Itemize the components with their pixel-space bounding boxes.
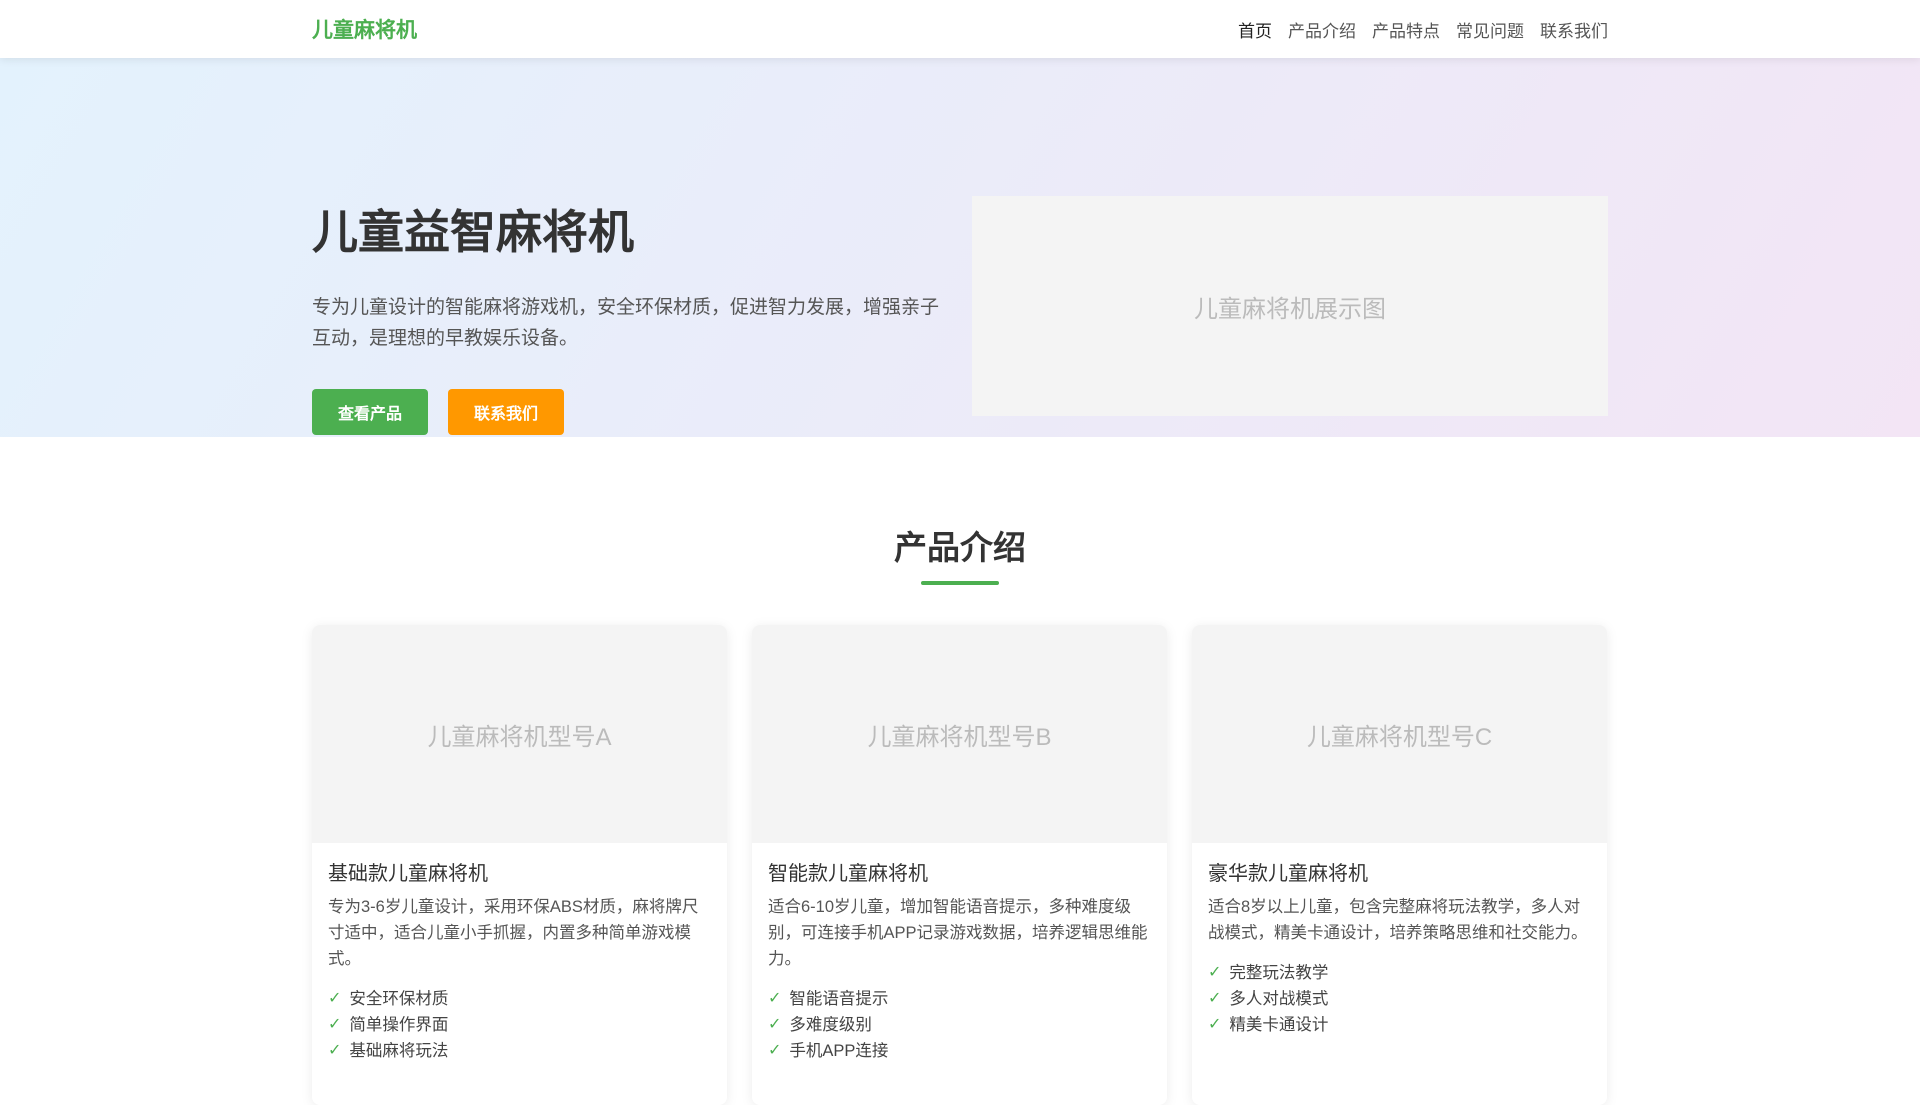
check-icon: ✓ <box>768 990 782 1007</box>
feature-label: 简单操作界面 <box>349 1016 449 1034</box>
feature-item: ✓ 多人对战模式 <box>1208 986 1591 1012</box>
feature-label: 智能语音提示 <box>789 990 889 1008</box>
feature-item: ✓ 完整玩法教学 <box>1208 960 1591 986</box>
nav-home[interactable]: 首页 <box>1238 17 1272 42</box>
product-image-placeholder: 儿童麻将机型号C <box>1192 625 1607 843</box>
nav-menu: 首页 产品介绍 产品特点 常见问题 联系我们 <box>1238 17 1608 42</box>
check-icon: ✓ <box>768 1042 782 1059</box>
view-products-button[interactable]: 查看产品 <box>312 389 428 435</box>
feature-label: 安全环保材质 <box>349 990 449 1008</box>
hero-image-placeholder: 儿童麻将机展示图 <box>972 196 1608 416</box>
product-card: 儿童麻将机型号A 基础款儿童麻将机专为3-6岁儿童设计，采用环保ABS材质，麻将牌… <box>312 625 727 1105</box>
hero-title: 儿童益智麻将机 <box>312 206 634 258</box>
nav-features[interactable]: 产品特点 <box>1372 17 1440 42</box>
logo[interactable]: 儿童麻将机 <box>312 14 417 44</box>
nav-products[interactable]: 产品介绍 <box>1288 17 1356 42</box>
nav-contact[interactable]: 联系我们 <box>1540 17 1608 42</box>
feature-label: 基础麻将玩法 <box>349 1042 449 1060</box>
product-image-placeholder: 儿童麻将机型号A <box>312 625 727 843</box>
feature-label: 精美卡通设计 <box>1229 1016 1329 1034</box>
product-name: 豪华款儿童麻将机 <box>1208 863 1368 885</box>
feature-item: ✓ 精美卡通设计 <box>1208 1012 1591 1038</box>
product-description: 适合8岁以上儿童，包含完整麻将玩法教学，多人对战模式，精美卡通设计，培养策略思维… <box>1208 898 1588 942</box>
check-icon: ✓ <box>328 1016 342 1033</box>
feature-item: ✓ 简单操作界面 <box>328 1012 711 1038</box>
feature-label: 手机APP连接 <box>789 1042 889 1060</box>
product-card: 儿童麻将机型号B 智能款儿童麻将机适合6-10岁儿童，增加智能语音提示，多种难度级… <box>752 625 1167 1105</box>
nav-faq[interactable]: 常见问题 <box>1456 17 1524 42</box>
check-icon: ✓ <box>1208 990 1222 1007</box>
product-image-placeholder: 儿童麻将机型号B <box>752 625 1167 843</box>
section-title: 产品介绍 <box>894 529 1026 566</box>
product-description: 适合6-10岁儿童，增加智能语音提示，多种难度级别，可连接手机APP记录游戏数据… <box>768 898 1148 968</box>
feature-item: ✓ 多难度级别 <box>768 1012 1151 1038</box>
feature-label: 多难度级别 <box>789 1016 872 1034</box>
product-name: 智能款儿童麻将机 <box>768 863 928 885</box>
feature-label: 完整玩法教学 <box>1229 964 1329 982</box>
feature-label: 多人对战模式 <box>1229 990 1329 1008</box>
top-nav: 儿童麻将机 首页 产品介绍 产品特点 常见问题 联系我们 <box>0 0 1920 58</box>
product-description: 专为3-6岁儿童设计，采用环保ABS材质，麻将牌尺寸适中，适合儿童小手抓握，内置… <box>328 898 699 968</box>
contact-us-button[interactable]: 联系我们 <box>448 389 564 435</box>
products-section: 产品介绍 儿童麻将机型号A 基础款儿童麻将机专为3-6岁儿童设计，采用环保ABS材… <box>312 521 1608 1105</box>
product-card: 儿童麻将机型号C 豪华款儿童麻将机适合8岁以上儿童，包含完整麻将玩法教学，多人对战… <box>1192 625 1607 1105</box>
product-name: 基础款儿童麻将机 <box>328 863 488 885</box>
feature-item: ✓ 基础麻将玩法 <box>328 1038 711 1064</box>
check-icon: ✓ <box>1208 964 1222 981</box>
feature-item: ✓ 安全环保材质 <box>328 986 711 1012</box>
hero-section: 儿童益智麻将机 专为儿童设计的智能麻将游戏机，安全环保材质，促进智力发展，增强亲… <box>0 58 1920 437</box>
hero-description: 专为儿童设计的智能麻将游戏机，安全环保材质，促进智力发展，增强亲子互动，是理想的… <box>312 297 940 349</box>
check-icon: ✓ <box>768 1016 782 1033</box>
check-icon: ✓ <box>1208 1016 1222 1033</box>
check-icon: ✓ <box>328 990 342 1007</box>
check-icon: ✓ <box>328 1042 342 1059</box>
title-underline <box>921 581 999 585</box>
feature-item: ✓ 智能语音提示 <box>768 986 1151 1012</box>
feature-item: ✓ 手机APP连接 <box>768 1038 1151 1064</box>
